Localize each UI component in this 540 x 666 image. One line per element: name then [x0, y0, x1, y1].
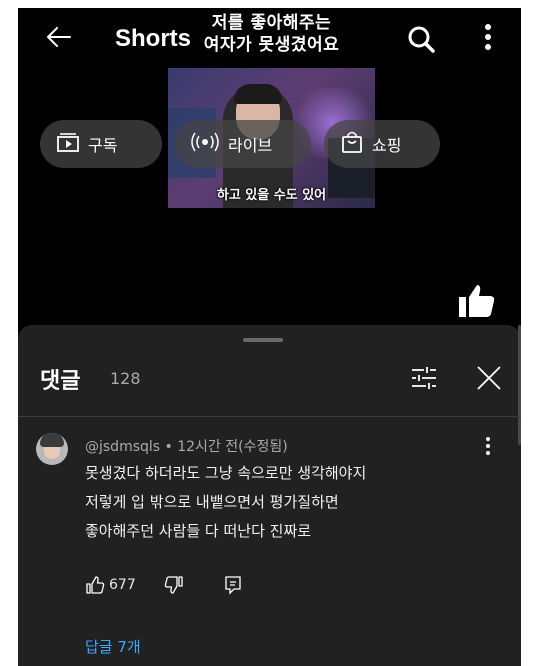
divider	[18, 416, 521, 417]
comment-like-count: 677	[109, 577, 136, 593]
comments-sheet: 댓글 128 @jsdmsqls • 12시간 전(수정됨) 못생겼다 하더라도…	[18, 325, 521, 666]
drag-handle[interactable]	[243, 338, 283, 342]
chip-shopping[interactable]: 쇼핑	[324, 120, 440, 168]
comment-line-1: 못생겼다 하더라도 그냥 속으로만 생각해야지	[85, 464, 367, 482]
chip-shopping-label: 쇼핑	[372, 136, 402, 155]
live-icon	[190, 132, 220, 156]
video-title-line-1: 저를 좋아해주는	[211, 13, 332, 33]
view-replies-link[interactable]: 답글 7개	[85, 636, 141, 657]
subscriptions-icon	[56, 131, 80, 157]
person-hair	[234, 84, 282, 104]
comment-author-meta[interactable]: @jsdmsqls • 12시간 전(수정됨)	[85, 436, 288, 456]
comment-line-3: 좋아해주던 사람들 다 떠난다 진짜로	[85, 522, 312, 540]
video-caption: 하고 있을 수도 있어	[216, 188, 327, 203]
scrollbar[interactable]	[518, 325, 521, 445]
chip-live-label: 라이브	[228, 136, 273, 155]
shorts-title: Shorts	[115, 25, 192, 52]
chip-subscriptions[interactable]: 구독	[40, 120, 162, 168]
comment-body: 못생겼다 하더라도 그냥 속으로만 생각해야지 저렇게 입 밖으로 내뱉으면서 …	[85, 459, 485, 546]
chip-live[interactable]: 라이브	[174, 120, 311, 168]
search-icon[interactable]	[406, 24, 436, 58]
sort-filter-icon[interactable]	[410, 365, 438, 395]
avatar-hair	[40, 433, 64, 447]
like-icon[interactable]	[458, 282, 496, 324]
more-vertical-icon[interactable]	[480, 22, 496, 56]
comment-reply-icon[interactable]	[224, 575, 242, 595]
comment-line-2: 저렇게 입 밖으로 내뱉으면서 평가질하면	[85, 493, 339, 511]
comment-dislike-icon[interactable]	[164, 575, 184, 595]
chip-subscriptions-label: 구독	[88, 136, 118, 155]
back-arrow-icon[interactable]	[44, 22, 74, 52]
close-icon[interactable]	[476, 365, 502, 395]
comment-like-icon[interactable]	[85, 575, 105, 595]
comments-title: 댓글	[40, 369, 81, 394]
shopping-bag-icon	[340, 130, 364, 158]
video-title-overlay: 저를 좋아해주는 여자가 못생겼어요	[168, 12, 375, 56]
comment-more-icon[interactable]	[484, 435, 492, 461]
shorts-screen: 하고 있을 수도 있어 저를 좋아해주는 여자가 못생겼어요 Shorts 구독…	[18, 8, 521, 666]
comment-actions: 677	[85, 575, 242, 595]
comments-count: 128	[110, 369, 141, 388]
video-title-line-2: 여자가 못생겼어요	[203, 35, 340, 55]
avatar[interactable]	[36, 433, 68, 465]
